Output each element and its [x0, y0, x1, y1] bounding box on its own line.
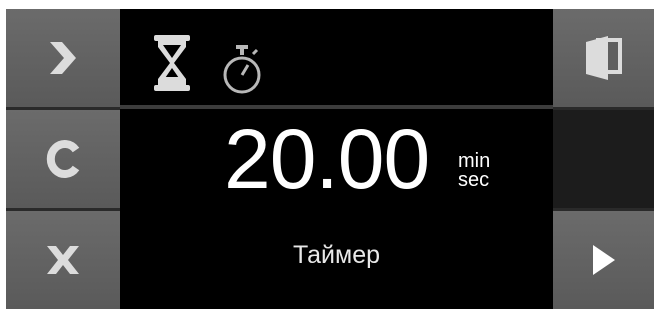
display-area: 20.00 min sec Таймер	[120, 9, 553, 309]
empty-button-slot	[553, 110, 654, 211]
timer-readout[interactable]: 20.00 min sec	[120, 109, 553, 209]
clear-c-icon	[46, 140, 80, 178]
next-button[interactable]	[6, 9, 120, 110]
door-icon	[585, 36, 622, 80]
chevron-right-icon	[50, 42, 76, 74]
cancel-button[interactable]	[6, 211, 120, 309]
cancel-x-icon	[47, 246, 79, 274]
time-value: 20.00	[224, 112, 430, 206]
right-button-column	[553, 9, 654, 309]
unit-seconds: sec	[458, 169, 490, 191]
play-arrow-icon	[592, 245, 615, 275]
stopwatch-icon[interactable]	[220, 43, 264, 95]
hourglass-icon[interactable]	[152, 33, 192, 93]
mode-selector-bar	[120, 9, 553, 109]
clear-button[interactable]	[6, 110, 120, 211]
mode-label: Таймер	[292, 241, 380, 269]
start-button[interactable]	[553, 211, 654, 309]
left-button-column	[6, 9, 120, 309]
timer-panel: 20.00 min sec Таймер	[6, 9, 654, 309]
door-button[interactable]	[553, 9, 654, 110]
time-units: min sec	[458, 151, 490, 191]
